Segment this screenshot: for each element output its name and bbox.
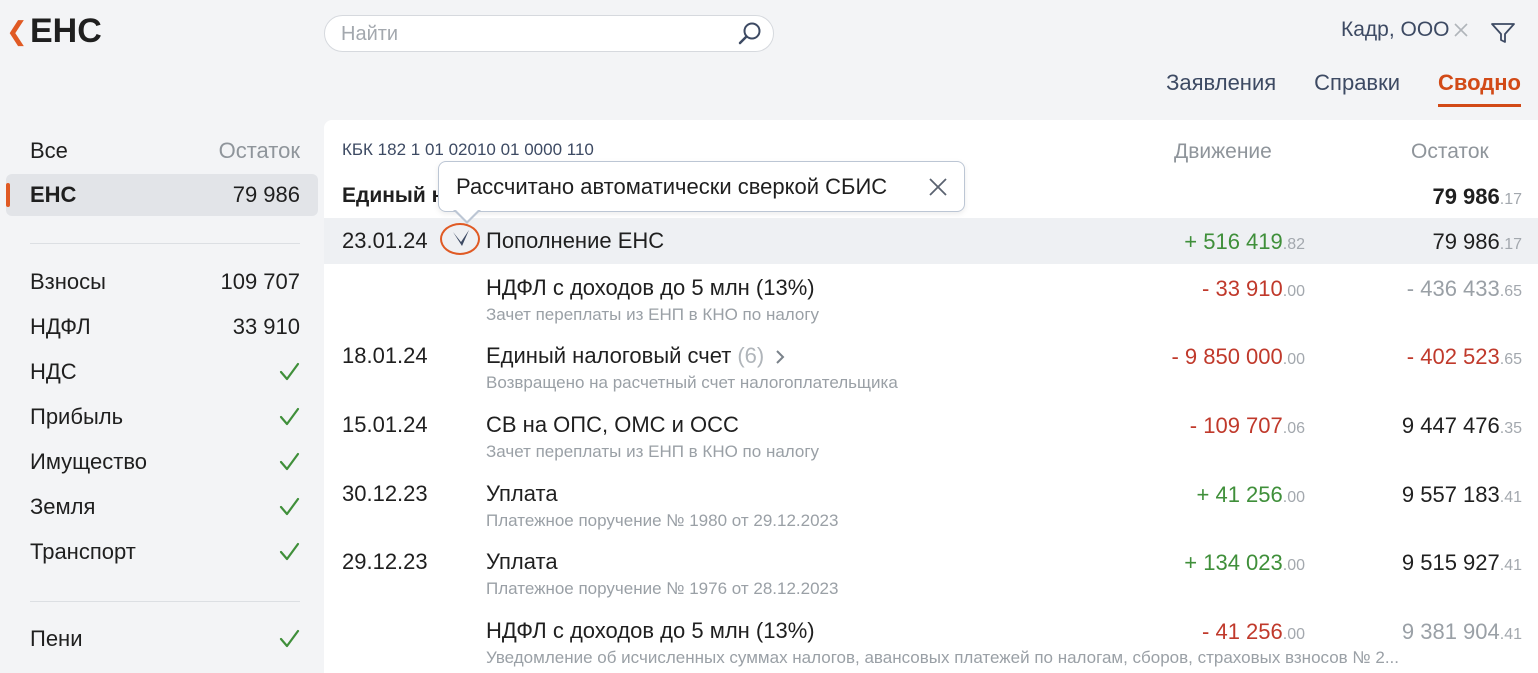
divider (30, 243, 300, 244)
back-chevron-icon[interactable]: ❮ (6, 18, 28, 44)
close-icon[interactable] (1453, 22, 1469, 38)
tab-certificates[interactable]: Справки (1314, 70, 1400, 107)
table-row[interactable]: 18.01.24 Единый налоговый счет (6) Возвра… (324, 338, 1538, 398)
row-subtitle: Платежное поручение № 1980 от 29.12.2023 (486, 511, 839, 530)
sidebar-item-label: ЕНС (30, 182, 77, 207)
row-subtitle: Возвращено на расчетный счет налогоплате… (486, 373, 898, 392)
row-title: НДФЛ с доходов до 5 млн (13%) (486, 618, 815, 643)
balance-column-header: Остаток (218, 138, 300, 163)
page-title: ЕНС (30, 12, 102, 50)
row-count: (6) (737, 343, 765, 368)
row-subtitle: Зачет переплаты из ЕНП в КНО по налогу (486, 305, 820, 324)
tab-summary[interactable]: Сводно (1438, 70, 1521, 107)
tab-statements[interactable]: Заявления (1166, 70, 1276, 107)
row-date: 30.12.23 (342, 481, 428, 506)
kbk-code: КБК 182 1 01 02010 01 0000 110 (342, 140, 594, 159)
row-date: 15.01.24 (342, 412, 428, 437)
sidebar-item-value: 79 986 (232, 182, 300, 207)
row-movement: - 41 256.00 (1202, 619, 1305, 644)
chevron-right-icon[interactable] (774, 350, 786, 364)
sidebar-item-penalties[interactable]: Пени (30, 624, 300, 654)
sidebar-item-label: Земля (30, 494, 96, 519)
table-row[interactable]: 15.01.24 СВ на ОПС, ОМС и ОСС Зачет пере… (324, 407, 1538, 467)
account-total-amount: 79 986.17 (1432, 184, 1522, 209)
search-input[interactable] (341, 23, 721, 45)
row-subtitle: Уведомление об исчисленных суммах налого… (486, 648, 1400, 667)
row-balance: - 402 523.65 (1406, 344, 1522, 369)
table-row[interactable]: НДФЛ с доходов до 5 млн (13%) Зачет пере… (324, 270, 1538, 330)
row-title: Уплата (486, 549, 558, 574)
row-movement: - 33 910.00 (1202, 276, 1305, 301)
sidebar-item-profit[interactable]: Прибыль (30, 402, 300, 432)
sidebar-item-ens[interactable]: ЕНС 79 986 (6, 174, 318, 216)
row-movement: - 109 707.06 (1189, 413, 1305, 438)
sidebar-item-label: Имущество (30, 449, 148, 474)
row-date: 29.12.23 (342, 549, 428, 574)
row-balance: 79 986.17 (1432, 229, 1522, 254)
sidebar-item-value: 109 707 (220, 269, 300, 294)
row-title: Пополнение ЕНС (486, 228, 665, 253)
row-title-text: Единый налоговый счет (486, 343, 732, 368)
sbis-check-icon (453, 230, 469, 246)
sidebar-item-vat[interactable]: НДС (30, 357, 300, 387)
sidebar-item-label: НДФЛ (30, 314, 91, 339)
search-icon[interactable] (737, 21, 763, 47)
row-balance: 9 515 927.41 (1401, 550, 1522, 575)
row-balance: 9 557 183.41 (1401, 482, 1522, 507)
check-icon (279, 407, 300, 426)
row-title: Уплата (486, 481, 558, 506)
table-row[interactable]: 30.12.23 Уплата Платежное поручение № 19… (324, 476, 1538, 536)
sidebar-item-property[interactable]: Имущество (30, 447, 300, 477)
sidebar-item-label: Транспорт (30, 539, 136, 564)
row-movement: + 516 419.82 (1184, 229, 1305, 254)
sidebar-item-value: 33 910 (232, 314, 300, 339)
account-total-label: Единый налоговый счет (342, 184, 438, 207)
row-title: Единый налоговый счет (6) (486, 343, 786, 369)
row-movement: + 134 023.00 (1184, 550, 1305, 575)
search-box[interactable] (324, 15, 774, 52)
sidebar-item-label: Пени (30, 626, 83, 651)
row-movement: + 41 256.00 (1196, 482, 1306, 507)
sidebar-item-label: НДС (30, 359, 77, 384)
row-subtitle: Платежное поручение № 1976 от 28.12.2023 (486, 579, 839, 598)
sidebar-item-all[interactable]: Все (30, 138, 68, 164)
check-icon (279, 452, 300, 471)
sidebar-item-label: Взносы (30, 269, 106, 294)
organization-selector[interactable]: Кадр, ООО (1341, 18, 1450, 42)
tabs-bar: Заявления Справки Сводно (1166, 70, 1521, 107)
check-icon (279, 497, 300, 516)
check-icon (279, 629, 300, 648)
row-movement: - 9 850 000.00 (1171, 344, 1305, 369)
divider (30, 601, 300, 602)
sidebar-item-ndfl[interactable]: НДФЛ 33 910 (30, 312, 300, 342)
tooltip-arrow-fill (455, 209, 479, 221)
row-balance: 9 381 904.41 (1401, 619, 1522, 644)
tooltip-text: Рассчитано автоматически сверкой СБИС (456, 174, 888, 199)
row-date: 18.01.24 (342, 343, 428, 368)
table-row[interactable]: 29.12.23 Уплата Платежное поручение № 19… (324, 544, 1538, 604)
sidebar-item-contributions[interactable]: Взносы 109 707 (30, 267, 300, 297)
filter-icon[interactable] (1489, 20, 1517, 46)
check-icon (279, 362, 300, 381)
selection-indicator (6, 183, 10, 207)
row-title: СВ на ОПС, ОМС и ОСС (486, 412, 739, 437)
close-icon[interactable] (928, 177, 948, 197)
movement-column-header: Движение (1174, 140, 1272, 163)
balance-column-header: Остаток (1411, 140, 1489, 163)
table-row[interactable]: НДФЛ с доходов до 5 млн (13%) Уведомлени… (324, 613, 1538, 673)
auto-reconciliation-tooltip: Рассчитано автоматически сверкой СБИС (438, 161, 965, 212)
table-row[interactable]: 23.01.24 Пополнение ЕНС + 516 419.82 79 … (324, 218, 1538, 264)
sidebar-header: Все Остаток (30, 138, 300, 164)
sidebar-item-label: Прибыль (30, 404, 124, 429)
row-subtitle: Зачет переплаты из ЕНП в КНО по налогу (486, 442, 820, 461)
auto-reconciliation-marker[interactable] (440, 223, 480, 255)
check-icon (279, 542, 300, 561)
row-date: 23.01.24 (342, 228, 428, 253)
sidebar-item-land[interactable]: Земля (30, 492, 300, 522)
sidebar-item-transport[interactable]: Транспорт (30, 537, 300, 567)
row-title: НДФЛ с доходов до 5 млн (13%) (486, 275, 815, 300)
row-balance: 9 447 476.35 (1401, 413, 1522, 438)
row-balance: - 436 433.65 (1406, 276, 1522, 301)
